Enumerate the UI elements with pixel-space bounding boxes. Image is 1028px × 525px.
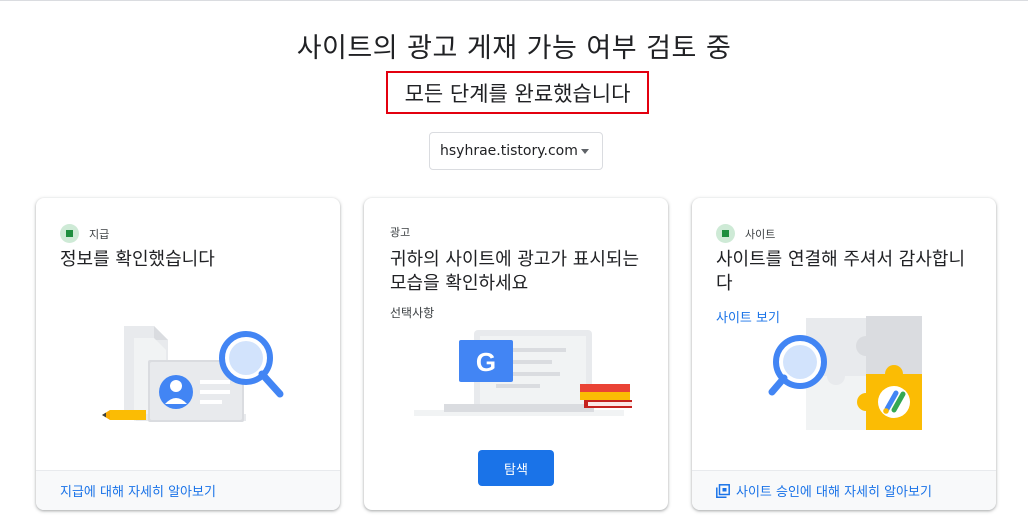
svg-text:G: G [476, 347, 496, 377]
ads-heading: 귀하의 사이트에 광고가 표시되는 모습을 확인하세요 [390, 249, 640, 294]
explore-button[interactable]: 탐색 [478, 450, 554, 486]
external-pages-icon [716, 483, 730, 498]
dropdown-caret-icon [581, 149, 589, 154]
site-status-row: 사이트 [716, 224, 775, 243]
payment-learn-more-link[interactable]: 지급에 대해 자세히 알아보기 [60, 481, 216, 500]
site-select-value: hsyhrae.tistory.com [440, 143, 578, 159]
site-select-dropdown[interactable]: hsyhrae.tistory.com [429, 132, 603, 170]
ads-optional-label: 선택사항 [390, 306, 435, 320]
check-status-icon [60, 224, 79, 243]
payment-category-label: 지급 [89, 227, 110, 241]
top-divider [0, 0, 1028, 4]
payment-footer: 지급에 대해 자세히 알아보기 [36, 470, 340, 510]
site-footer: 사이트 승인에 대해 자세히 알아보기 [692, 470, 996, 510]
site-approval-learn-more-link[interactable]: 사이트 승인에 대해 자세히 알아보기 [736, 481, 932, 500]
ads-card: 광고 귀하의 사이트에 광고가 표시되는 모습을 확인하세요 선택사항 G 탐색 [364, 198, 668, 510]
payment-card: 지급 정보를 확인했습니다 지급에 대해 자세히 알아보기 [36, 198, 340, 510]
payment-heading: 정보를 확인했습니다 [60, 249, 215, 270]
site-category-label: 사이트 [745, 227, 776, 241]
ads-status-row: 광고 [390, 224, 410, 240]
page-subtitle: 모든 단계를 완료했습니다 [404, 81, 631, 106]
check-status-icon [716, 224, 735, 243]
ads-preview-illustration: G [414, 330, 632, 416]
ads-category-label: 광고 [390, 226, 411, 239]
payment-status-row: 지급 [60, 224, 109, 243]
payment-document-illustration [102, 326, 284, 422]
subtitle-highlight-box: 모든 단계를 완료했습니다 [386, 71, 649, 114]
site-heading: 사이트를 연결해 주셔서 감사합니다 [716, 249, 966, 294]
page-title: 사이트의 광고 게재 가능 여부 검토 중 [296, 33, 732, 64]
site-card: 사이트 사이트를 연결해 주셔서 감사합니다 사이트 보기 사이트 승인에 대해… [692, 198, 996, 510]
site-connect-puzzle-illustration [768, 316, 922, 430]
